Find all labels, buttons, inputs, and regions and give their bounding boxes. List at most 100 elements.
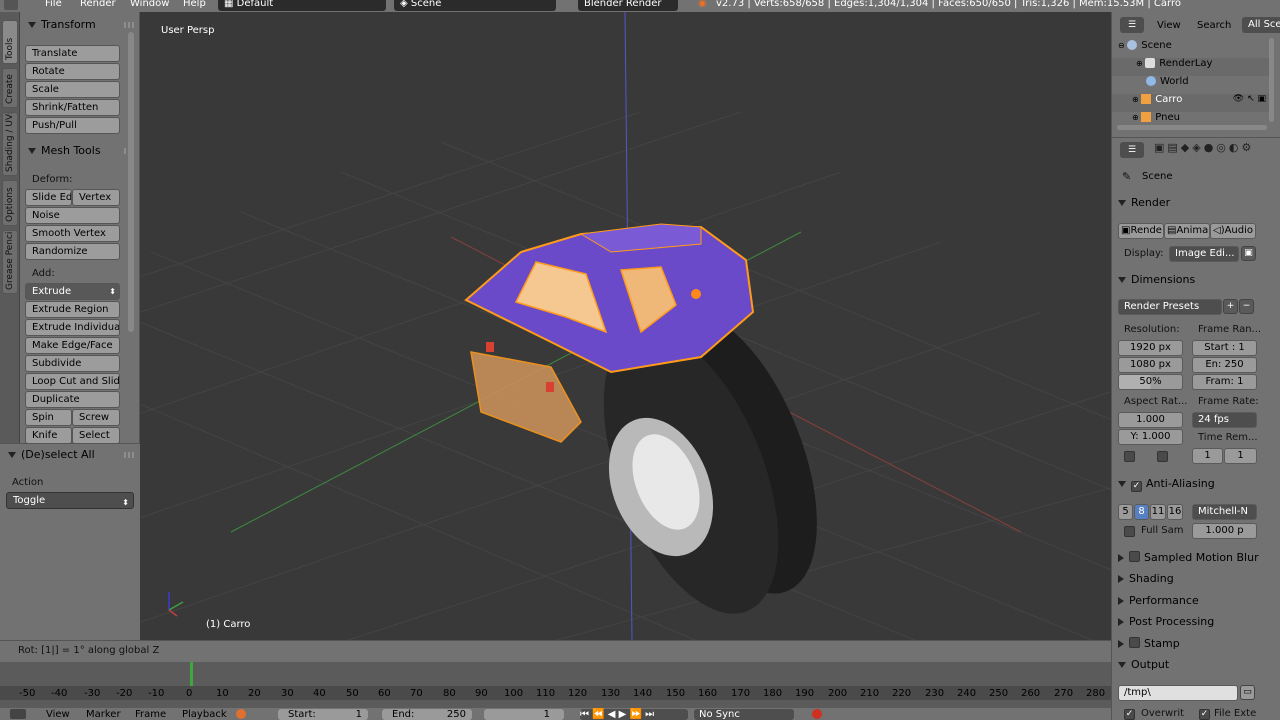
current-frame-field[interactable]: 1 <box>484 709 564 720</box>
deselect-all-header[interactable]: (De)select All <box>0 445 140 465</box>
outliner-search-menu[interactable]: Search <box>1197 20 1231 31</box>
outliner-display-mode-dropdown[interactable]: All Sce <box>1242 17 1280 33</box>
spin-button[interactable]: Spin <box>25 409 72 426</box>
shrink-fatten-button[interactable]: Shrink/Fatten <box>25 99 120 116</box>
sync-mode-dropdown[interactable]: No Sync <box>694 709 794 720</box>
output-panel-header[interactable]: Output <box>1118 655 1260 675</box>
smooth-vertex-button[interactable]: Smooth Vertex <box>25 225 120 242</box>
display-lock-icon[interactable]: ▣ <box>1241 246 1256 261</box>
menu-playback[interactable]: Playback <box>182 709 227 720</box>
loop-cut-slide-button[interactable]: Loop Cut and Slide <box>25 373 120 390</box>
current-frame-cursor[interactable] <box>190 662 193 686</box>
output-path-field[interactable]: /tmp\ <box>1118 685 1238 701</box>
screen-layout-selector[interactable]: ▦ Default <box>218 0 386 11</box>
menu-render[interactable]: Render <box>80 0 116 9</box>
screw-button[interactable]: Screw <box>72 409 120 426</box>
grip-icon[interactable] <box>124 22 134 28</box>
timeline[interactable]: -50 -40 -30 -20 -10 0 10 20 30 40 50 60 … <box>0 662 1111 708</box>
frame-start-field[interactable]: Start : 1 <box>1192 340 1257 356</box>
outliner-row-carro[interactable]: ⊕ Carro 👁 ↖ ▣ <box>1112 94 1272 112</box>
stamp-panel-header[interactable]: Stamp <box>1118 634 1260 654</box>
motion-blur-panel-header[interactable]: Sampled Motion Blur <box>1118 548 1260 568</box>
time-remap-new-field[interactable]: 1 <box>1224 448 1257 464</box>
aa-samples-5[interactable]: 5 <box>1118 504 1133 520</box>
3d-viewport[interactable]: User Persp (1) Carro <box>141 12 1111 640</box>
performance-panel-header[interactable]: Performance <box>1118 591 1260 611</box>
crop-checkbox[interactable] <box>1157 451 1168 462</box>
motion-blur-checkbox[interactable] <box>1129 551 1140 562</box>
action-dropdown[interactable]: Toggle ⬍ <box>6 492 134 509</box>
aa-samples-8[interactable]: 8 <box>1134 504 1149 520</box>
tab-grease-pencil[interactable]: Grease Pencil <box>2 230 18 294</box>
scene-selector[interactable]: ◈ Scene <box>394 0 556 11</box>
randomize-button[interactable]: Randomize <box>25 243 120 260</box>
file-extensions-checkbox[interactable]: ✓ <box>1199 709 1210 720</box>
menu-frame[interactable]: Frame <box>135 709 166 720</box>
display-dropdown[interactable]: Image Edi... <box>1169 246 1239 262</box>
grip-icon[interactable] <box>124 452 134 458</box>
slide-edge-button[interactable]: Slide Ed <box>25 189 72 206</box>
border-checkbox[interactable] <box>1124 451 1135 462</box>
info-editor-icon[interactable] <box>4 0 18 10</box>
end-frame-field[interactable]: End: 250 <box>382 709 472 720</box>
menu-window[interactable]: Window <box>130 0 169 9</box>
render-panel-header[interactable]: Render <box>1118 193 1260 213</box>
start-frame-field[interactable]: Start: 1 <box>278 709 368 720</box>
record-icon[interactable] <box>236 709 246 719</box>
frame-end-field[interactable]: En: 250 <box>1192 357 1257 373</box>
shading-panel-header[interactable]: Shading <box>1118 569 1260 589</box>
tab-create[interactable]: Create <box>2 68 18 108</box>
outliner-row-scene[interactable]: ⊖ Scene <box>1112 40 1272 58</box>
aa-filter-dropdown[interactable]: Mitchell-N <box>1192 504 1257 520</box>
time-remap-old-field[interactable]: 1 <box>1192 448 1223 464</box>
menu-help[interactable]: Help <box>183 0 206 9</box>
stamp-checkbox[interactable] <box>1129 637 1140 648</box>
dimensions-panel-header[interactable]: Dimensions <box>1118 270 1260 290</box>
anti-aliasing-panel-header[interactable]: ✓ Anti-Aliasing <box>1118 474 1260 494</box>
resolution-x-field[interactable]: 1920 px <box>1118 340 1183 356</box>
frame-rate-dropdown[interactable]: 24 fps <box>1192 412 1257 428</box>
scale-button[interactable]: Scale <box>25 81 120 98</box>
frame-step-field[interactable]: Fram: 1 <box>1192 374 1257 390</box>
playback-controls[interactable]: ⏮ ⏪ ◀ ▶ ⏩ ⏭ <box>580 709 688 720</box>
outliner-row-renderlayers[interactable]: ⊕ RenderLay <box>1112 58 1272 76</box>
knife-button[interactable]: Knife <box>25 427 72 444</box>
render-audio-button[interactable]: ◁)Audio <box>1210 223 1256 239</box>
extrude-menu-button[interactable]: Extrude ⬍ <box>25 283 120 300</box>
add-preset-icon[interactable]: + <box>1223 299 1238 314</box>
tab-shading-uvs[interactable]: Shading / UVs <box>2 112 18 176</box>
transform-panel-header[interactable]: Transform <box>20 15 140 35</box>
resolution-y-field[interactable]: 1080 px <box>1118 357 1183 373</box>
duplicate-button[interactable]: Duplicate <box>25 391 120 408</box>
make-edge-face-button[interactable]: Make Edge/Face <box>25 337 120 354</box>
post-processing-panel-header[interactable]: Post Processing <box>1118 612 1260 632</box>
auto-key-record-icon[interactable] <box>812 709 822 719</box>
full-sample-checkbox[interactable] <box>1124 526 1135 537</box>
select-button[interactable]: Select <box>72 427 120 444</box>
outliner-editor-icon[interactable]: ☰ <box>1120 17 1144 33</box>
extrude-region-button[interactable]: Extrude Region <box>25 301 120 318</box>
menu-marker[interactable]: Marker <box>86 709 121 720</box>
filter-size-field[interactable]: 1.000 p <box>1192 523 1257 539</box>
slide-vertex-button[interactable]: Vertex <box>72 189 120 206</box>
outliner-row-world[interactable]: World <box>1112 76 1272 94</box>
aa-samples-16[interactable]: 16 <box>1167 504 1183 520</box>
visibility-icons[interactable]: 👁 ↖ ▣ <box>1233 94 1266 104</box>
aa-enabled-checkbox[interactable]: ✓ <box>1131 481 1142 492</box>
render-engine-dropdown[interactable]: Blender Render <box>578 0 678 11</box>
render-image-button[interactable]: ▣Rende <box>1118 223 1164 239</box>
rotate-button[interactable]: Rotate <box>25 63 120 80</box>
mesh-tools-panel-header[interactable]: Mesh Tools <box>20 141 140 161</box>
render-presets-dropdown[interactable]: Render Presets <box>1118 299 1222 315</box>
properties-context-tabs[interactable]: ▣▤◆◈●◎◐⚙ <box>1154 141 1279 159</box>
subdivide-button[interactable]: Subdivide <box>25 355 120 372</box>
outliner-vscrollbar[interactable] <box>1269 38 1274 122</box>
extrude-individual-button[interactable]: Extrude Individual <box>25 319 120 336</box>
toolshelf-scrollbar[interactable] <box>128 32 134 332</box>
menu-view[interactable]: View <box>46 709 70 720</box>
aa-samples-11[interactable]: 11 <box>1150 504 1166 520</box>
outliner-view-menu[interactable]: View <box>1157 20 1181 31</box>
render-animation-button[interactable]: ▤Anima <box>1164 223 1210 239</box>
push-pull-button[interactable]: Push/Pull <box>25 117 120 134</box>
tab-options[interactable]: Options <box>2 180 18 226</box>
